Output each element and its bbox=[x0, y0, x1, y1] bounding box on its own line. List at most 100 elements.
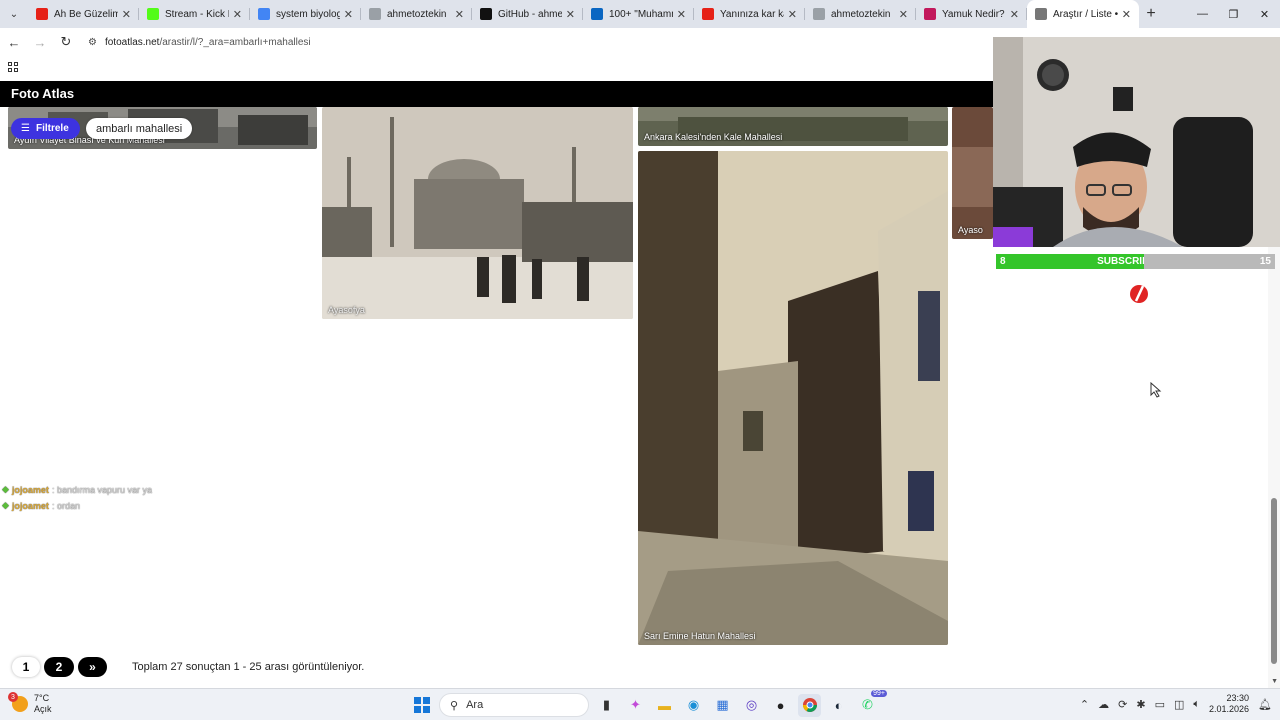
chat-message: ◆ jojoamet : bandırma vapuru var ya bbox=[2, 484, 152, 495]
bluetooth-icon[interactable]: ✱ bbox=[1136, 698, 1145, 711]
page-2-button[interactable]: 2 bbox=[44, 657, 74, 677]
app-icon-dark[interactable]: ● bbox=[769, 694, 792, 717]
tab-close-icon[interactable]: ✕ bbox=[899, 8, 908, 21]
edge-icon[interactable]: ◉ bbox=[682, 694, 705, 717]
browser-tab[interactable]: Araştır / Liste • Fo ✕ bbox=[1027, 0, 1139, 28]
tab-title: 100+ "Muhamme bbox=[609, 8, 673, 20]
clock-time: 23:30 bbox=[1226, 693, 1250, 703]
results-summary: Toplam 27 sonuçtan 1 - 25 arası görüntül… bbox=[132, 661, 365, 673]
scroll-down-icon[interactable]: ▼ bbox=[1271, 678, 1278, 685]
photo-card[interactable]: Ayaso bbox=[952, 107, 993, 239]
tab-close-icon[interactable]: ✕ bbox=[344, 8, 353, 21]
minimize-icon[interactable]: — bbox=[1187, 0, 1218, 28]
photo-card[interactable]: Sarı Emine Hatun Mahallesi bbox=[638, 151, 948, 645]
subscriber-goal-rest: 15 bbox=[1143, 254, 1275, 269]
search-icon: ⚲ bbox=[450, 699, 459, 712]
browser-tab[interactable]: 100+ "Muhamme ✕ bbox=[583, 0, 694, 28]
reload-icon[interactable]: ↻ bbox=[54, 34, 78, 50]
subscriber-count: 8 bbox=[1000, 256, 1006, 267]
site-info-icon[interactable]: ⚙ bbox=[88, 37, 97, 48]
app-icon-circle[interactable]: ◎ bbox=[740, 694, 763, 717]
tab-favicon-icon bbox=[924, 8, 936, 20]
file-explorer-icon[interactable]: ▬ bbox=[653, 694, 676, 717]
browser-tab-strip: ⌄ Ah Be Güzelim - Y✕Stream - Kick Dash✕s… bbox=[0, 0, 1280, 28]
whatsapp-icon[interactable]: ✆ 99+ bbox=[856, 689, 887, 717]
page-1-button[interactable]: 1 bbox=[12, 657, 40, 677]
tab-favicon-icon bbox=[813, 8, 825, 20]
tab-favicon-icon bbox=[702, 8, 714, 20]
site-title[interactable]: Foto Atlas bbox=[11, 86, 74, 101]
taskbar-search-placeholder: Ara bbox=[466, 699, 484, 711]
chat-message: ◆ jojoamet : ordan bbox=[2, 500, 80, 511]
tray-app-icon[interactable]: ☁ bbox=[1098, 698, 1109, 711]
weather-temperature: 7°C bbox=[34, 693, 50, 703]
tab-title: Yanınıza kar kalır bbox=[720, 8, 784, 20]
browser-tab[interactable]: system biyology - ✕ bbox=[250, 0, 361, 28]
chevron-up-icon[interactable]: ⌃ bbox=[1080, 698, 1089, 711]
tab-close-icon[interactable]: ✕ bbox=[566, 8, 575, 21]
maximize-icon[interactable]: ❐ bbox=[1218, 0, 1249, 28]
weather-badge: 3 bbox=[8, 692, 18, 702]
tab-close-icon[interactable]: ✕ bbox=[788, 8, 797, 21]
new-tab-button[interactable]: + bbox=[1139, 5, 1163, 23]
tab-close-icon[interactable]: ✕ bbox=[677, 8, 686, 21]
browser-tab[interactable]: ahmetoztekin ✕ bbox=[361, 0, 472, 28]
system-tray: ⌃ ☁ ⟳ ✱ ▭ ◫ 🔈︎ 23:30 2.01.2026 🔔︎ bbox=[1080, 693, 1272, 715]
url-path: /arastir/l/?_ara=ambarlı+mahallesi bbox=[159, 36, 311, 48]
tab-close-icon[interactable]: ✕ bbox=[233, 8, 242, 21]
taskbar-apps: ⚲ Ara ▮ ✦ ▬ ◉ ▦ ◎ ● ◐ ✆ 99+ bbox=[410, 689, 887, 717]
clock[interactable]: 23:30 2.01.2026 bbox=[1209, 693, 1249, 715]
start-icon[interactable] bbox=[410, 694, 433, 717]
filter-button[interactable]: ☰ Filtrele bbox=[11, 118, 80, 139]
webcam-image bbox=[993, 37, 1280, 247]
photo-card[interactable]: Ankara Kalesi'nden Kale Mahallesi bbox=[638, 107, 948, 146]
tab-title: Ah Be Güzelim - Y bbox=[54, 8, 118, 20]
next-page-button[interactable]: » bbox=[78, 657, 107, 677]
tab-close-icon[interactable]: ✕ bbox=[1010, 8, 1019, 21]
close-icon[interactable]: ✕ bbox=[1249, 0, 1280, 28]
volume-icon[interactable]: 🔈︎ bbox=[1193, 698, 1200, 711]
tab-title: ahmetoztekin bbox=[831, 8, 891, 20]
display-icon[interactable]: ▭ bbox=[1155, 698, 1165, 711]
weather-widget[interactable]: 3 7°C Açık bbox=[8, 692, 52, 715]
tab-close-icon[interactable]: ✕ bbox=[122, 8, 131, 21]
tab-close-icon[interactable]: ✕ bbox=[455, 8, 464, 21]
apps-grid-icon[interactable] bbox=[8, 62, 18, 72]
network-icon[interactable]: ◫ bbox=[1174, 698, 1184, 711]
browser-tab[interactable]: Stream - Kick Dash ✕ bbox=[139, 0, 250, 28]
browser-tab[interactable]: GitHub - ahmetoz ✕ bbox=[472, 0, 583, 28]
steam-icon[interactable]: ◐ bbox=[827, 694, 850, 717]
tab-title: ahmetoztekin bbox=[387, 8, 447, 20]
browser-tab[interactable]: Ah Be Güzelim - Y ✕ bbox=[28, 0, 139, 28]
subscriber-goal-fill: 8 SUBSCRIBERS bbox=[996, 254, 1170, 269]
clock-date: 2.01.2026 bbox=[1208, 704, 1250, 714]
scrollbar-thumb[interactable] bbox=[1271, 498, 1277, 664]
browser-tab[interactable]: Yamuk Nedir? For ✕ bbox=[916, 0, 1027, 28]
browser-tab[interactable]: ahmetoztekin ✕ bbox=[805, 0, 916, 28]
notification-bell-icon[interactable]: 🔔︎ bbox=[1258, 698, 1272, 711]
chrome-icon[interactable] bbox=[798, 693, 821, 717]
browser-tab[interactable]: Yanınıza kar kalır ✕ bbox=[694, 0, 805, 28]
weather-sun-icon: 3 bbox=[8, 692, 28, 712]
forward-icon[interactable]: → bbox=[28, 35, 52, 50]
tab-title: Stream - Kick Dash bbox=[165, 8, 229, 20]
url-field[interactable]: ⚙ fotoatlas.net/arastir/l/?_ara=ambarlı+… bbox=[88, 37, 311, 48]
tray-app-icon-2[interactable]: ⟳ bbox=[1118, 698, 1127, 711]
tab-favicon-icon bbox=[36, 8, 48, 20]
store-icon[interactable]: ▦ bbox=[711, 694, 734, 717]
tab-close-icon[interactable]: ✕ bbox=[1122, 8, 1131, 21]
tab-search-icon[interactable]: ⌄ bbox=[0, 0, 28, 28]
tab-favicon-icon bbox=[480, 8, 492, 20]
tab-favicon-icon bbox=[258, 8, 270, 20]
back-icon[interactable]: ← bbox=[2, 35, 26, 50]
taskbar-search[interactable]: ⚲ Ara bbox=[439, 693, 589, 717]
notification-badge: 99+ bbox=[871, 689, 887, 697]
filter-icon: ☰ bbox=[21, 123, 30, 134]
photo-image bbox=[638, 151, 948, 645]
tab-title: Araştır / Liste • Fo bbox=[1053, 8, 1118, 20]
task-view-icon[interactable]: ▮ bbox=[595, 694, 618, 717]
copilot-icon[interactable]: ✦ bbox=[624, 694, 647, 717]
diamond-icon: ◆ bbox=[2, 500, 9, 510]
photo-card[interactable]: Ayasofya bbox=[322, 107, 633, 319]
search-query-chip[interactable]: ambarlı mahallesi bbox=[86, 118, 193, 139]
